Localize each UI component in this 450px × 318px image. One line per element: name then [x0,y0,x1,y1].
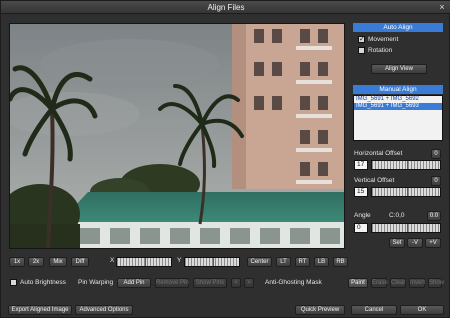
prev-pin-button[interactable]: < [231,278,241,288]
lt-button[interactable]: LT [276,257,291,267]
show-pins-button[interactable]: Show Pins [193,278,227,288]
y-slider[interactable] [184,257,240,267]
slider-center-mark [145,258,146,266]
export-aligned-image-button[interactable]: Export Aligned Image [8,305,72,315]
x-slider[interactable] [116,257,172,267]
horizontal-offset-slider[interactable] [371,160,441,170]
title-bar: Align Files × [1,1,450,14]
vertical-offset-reset-button[interactable]: 0 [431,176,441,186]
next-pin-button[interactable]: > [244,278,254,288]
angle-plus-v-button[interactable]: +V [425,238,441,248]
advanced-options-button[interactable]: Advanced Options [75,305,133,315]
erase-button[interactable]: Erase [371,278,388,288]
zoom-1x-button[interactable]: 1x [9,257,25,267]
invert-button[interactable]: Invert [409,278,425,288]
list-item[interactable]: IMG_5691 + IMG_5692 [354,96,442,103]
rotation-label: Rotation [368,47,393,54]
angle-minus-v-button[interactable]: -V [407,238,423,248]
movement-label: Movement [368,36,399,43]
pin-warping-label: Pin Warping [78,279,114,286]
list-item[interactable]: IMG_5691 + IMG_5693 [354,103,442,110]
angle-readout: C:0,0 [389,212,405,219]
lb-button[interactable]: LB [314,257,329,267]
y-label: Y [177,257,182,264]
window-title: Align Files [207,3,245,12]
rt-button[interactable]: RT [295,257,310,267]
slider-center-mark [407,161,408,169]
image-preview[interactable] [9,23,345,249]
add-pin-button[interactable]: Add Pin [117,278,151,288]
anti-ghosting-label: Anti-Ghosting Mask [265,279,322,286]
auto-align-header: Auto Align [353,23,443,32]
angle-field[interactable]: 0 [354,223,368,233]
zoom-2x-button[interactable]: 2x [28,257,44,267]
angle-set-button[interactable]: Set [389,238,405,248]
cancel-button[interactable]: Cancel [351,305,397,315]
horizontal-offset-label: Horizontal Offset [354,150,403,157]
preview-image [10,24,344,248]
angle-slider[interactable] [371,223,441,233]
center-button[interactable]: Center [247,257,272,267]
rotation-checkbox[interactable] [358,47,365,54]
mix-button[interactable]: Mix [49,257,67,267]
auto-brightness-label: Auto Brightness [20,279,66,286]
vertical-offset-slider[interactable] [371,187,441,197]
angle-reset-button[interactable]: 0.0 [427,211,441,221]
manual-align-list[interactable]: IMG_5691 + IMG_5692 IMG_5691 + IMG_5693 [353,95,443,141]
auto-brightness-checkbox[interactable] [10,279,17,286]
align-files-window: Align Files × Auto Align ✓ Movement Rota… [0,0,450,318]
manual-align-header: Manual Align [353,85,443,94]
show-mask-button[interactable]: Show [428,278,444,288]
quick-preview-button[interactable]: Quick Preview [295,305,345,315]
align-view-button[interactable]: Align View [371,64,427,74]
x-label: X [110,257,115,264]
movement-checkbox[interactable]: ✓ [358,36,365,43]
slider-center-mark [213,258,214,266]
ok-button[interactable]: OK [400,305,444,315]
rb-button[interactable]: RB [333,257,348,267]
horizontal-offset-field[interactable]: 17 [354,160,368,170]
diff-button[interactable]: Diff [71,257,89,267]
vertical-offset-field[interactable]: 15 [354,187,368,197]
remove-pin-button[interactable]: Remove Pin [155,278,189,288]
horizontal-offset-reset-button[interactable]: 0 [431,149,441,159]
vertical-offset-label: Vertical Offset [354,177,395,184]
slider-center-mark [407,224,408,232]
slider-center-mark [407,188,408,196]
angle-label: Angle [354,212,371,219]
close-icon[interactable]: × [437,1,447,14]
clear-button[interactable]: Clear [390,278,406,288]
paint-button[interactable]: Paint [348,278,368,288]
